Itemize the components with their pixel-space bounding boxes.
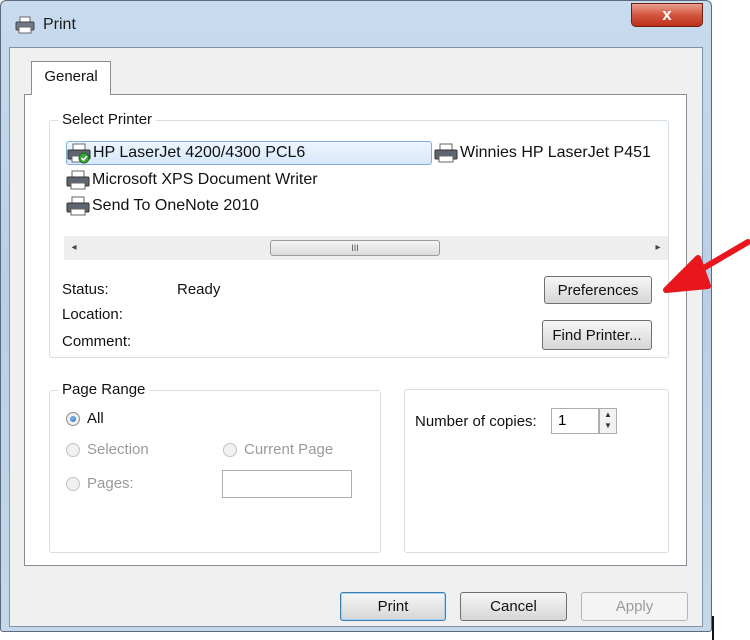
radio-selection[interactable] — [66, 443, 80, 457]
radio-current-page[interactable] — [223, 443, 237, 457]
window-title: Print — [43, 16, 76, 33]
chevron-up-icon[interactable]: ▲ — [600, 409, 616, 420]
printer-icon — [66, 196, 90, 216]
printer-icon — [434, 143, 458, 163]
printer-item-winnies-hp-laserjet[interactable]: Winnies HP LaserJet P451 — [434, 141, 668, 165]
radio-selection-label: Selection — [87, 441, 149, 458]
preferences-button[interactable]: Preferences — [544, 276, 652, 304]
scrollbar-thumb[interactable]: III — [270, 240, 440, 256]
radio-all[interactable] — [66, 412, 80, 426]
radio-all-label: All — [87, 410, 104, 427]
copies-stepper[interactable]: ▲ ▼ — [599, 408, 617, 434]
printer-icon — [67, 143, 91, 164]
close-icon: x — [662, 5, 672, 24]
chevron-down-icon[interactable]: ▼ — [600, 420, 616, 431]
comment-label: Comment: — [62, 333, 132, 350]
page-range-label: Page Range — [58, 381, 150, 398]
pages-input[interactable] — [222, 470, 352, 498]
print-button[interactable]: Print — [340, 592, 446, 621]
printer-icon — [15, 16, 35, 34]
printer-item-hp-laserjet-4200[interactable]: HP LaserJet 4200/4300 PCL6 — [66, 141, 432, 165]
printer-name: HP LaserJet 4200/4300 PCL6 — [93, 144, 306, 161]
status-value: Ready — [177, 281, 221, 298]
annotation-arrow-icon — [663, 239, 750, 293]
printer-list-scrollbar[interactable]: ◂ III ▸ — [64, 236, 668, 260]
printer-icon — [66, 170, 90, 190]
radio-current-page-label: Current Page — [244, 441, 334, 458]
find-printer-button[interactable]: Find Printer... — [542, 320, 652, 350]
printer-name: Winnies HP LaserJet P451 — [460, 144, 651, 161]
cancel-button[interactable]: Cancel — [460, 592, 567, 621]
scroll-left-icon[interactable]: ◂ — [64, 236, 84, 260]
printer-name: Microsoft XPS Document Writer — [92, 171, 318, 188]
copies-label: Number of copies: — [415, 413, 537, 430]
tab-general[interactable]: General — [31, 61, 111, 95]
printer-item-send-to-onenote[interactable]: Send To OneNote 2010 — [66, 194, 259, 218]
apply-button: Apply — [581, 592, 688, 621]
title-bar[interactable]: Print x — [1, 1, 711, 47]
location-label: Location: — [62, 306, 123, 323]
printer-name: Send To OneNote 2010 — [92, 197, 259, 214]
radio-pages[interactable] — [66, 477, 80, 491]
copies-input[interactable]: 1 — [551, 408, 599, 434]
select-printer-label: Select Printer — [58, 111, 157, 128]
status-label: Status: — [62, 281, 109, 298]
text-cursor — [712, 616, 714, 640]
close-button[interactable]: x — [631, 3, 703, 27]
radio-pages-label: Pages: — [87, 475, 134, 492]
printer-item-microsoft-xps[interactable]: Microsoft XPS Document Writer — [66, 168, 318, 192]
